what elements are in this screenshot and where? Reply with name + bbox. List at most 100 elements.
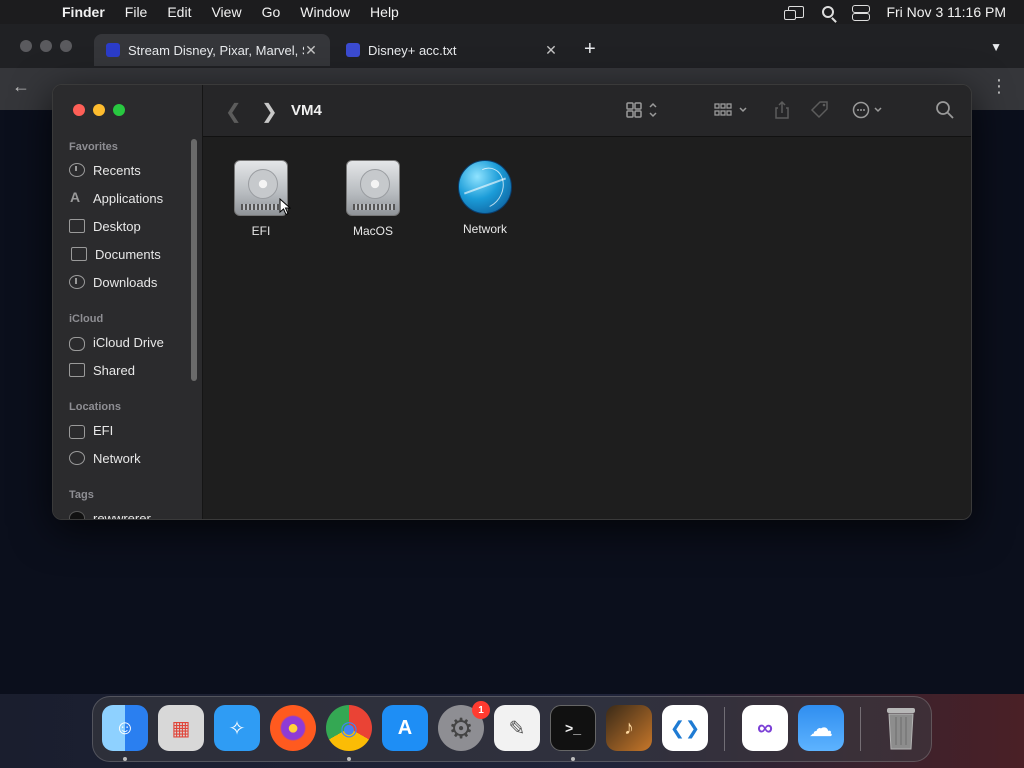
terminal-glyph: >_ — [565, 720, 581, 736]
share-icon[interactable] — [773, 100, 791, 120]
shared-folder-icon — [69, 363, 85, 377]
new-tab-button[interactable]: + — [584, 38, 596, 61]
group-svg — [714, 103, 747, 116]
firefox-glyph: ● — [286, 716, 300, 739]
downloads-icon — [69, 275, 85, 289]
menu-finder[interactable]: Finder — [52, 4, 115, 20]
file-item-efi[interactable]: EFI — [216, 160, 306, 238]
weather-app-icon[interactable]: ☁ — [798, 705, 844, 751]
trash-app-icon[interactable] — [878, 705, 924, 751]
disney-favicon-icon — [106, 43, 120, 57]
forward-chevron-icon[interactable]: ❯ — [261, 99, 278, 124]
notification-badge: 1 — [472, 701, 490, 719]
dock-separator — [860, 707, 861, 751]
applications-icon — [69, 189, 85, 205]
running-indicator — [123, 757, 127, 761]
close-button[interactable] — [73, 104, 85, 116]
finder-app-icon[interactable]: ☺ — [102, 705, 148, 751]
sidebar-item-tag[interactable]: rewwrerer — [69, 506, 151, 519]
file-favicon-icon — [346, 43, 360, 57]
network-globe-icon — [69, 451, 85, 465]
sidebar-scrollbar[interactable] — [191, 139, 197, 381]
finder-toolbar: ❮ ❯ VM4 — [203, 85, 971, 137]
finder-window: Favorites Recents Applications Desktop D… — [52, 84, 972, 520]
sidebar-item-network[interactable]: Network — [69, 446, 141, 470]
browser-minimize-button[interactable] — [40, 40, 52, 52]
menu-view[interactable]: View — [201, 4, 251, 20]
menu-window[interactable]: Window — [290, 4, 360, 20]
textedit-app-icon[interactable]: ✎ — [494, 705, 540, 751]
file-item-network[interactable]: Network — [440, 160, 530, 236]
zoom-button[interactable] — [113, 104, 125, 116]
sidebar-item-label: Downloads — [93, 274, 158, 290]
browser-tab-txt[interactable]: Disney+ acc.txt ✕ — [334, 34, 570, 66]
sidebar-item-label: Applications — [93, 190, 164, 206]
tab-title: Disney+ acc.txt — [368, 42, 457, 58]
grid-view-svg — [626, 102, 657, 118]
file-item-label: EFI — [251, 224, 271, 238]
garageband-app-icon[interactable]: ♪ — [606, 705, 652, 751]
menu-file[interactable]: File — [115, 4, 158, 20]
system-settings-app-icon[interactable]: ⚙ 1 — [438, 701, 490, 751]
minimize-button[interactable] — [93, 104, 105, 116]
spotlight-search-icon[interactable] — [822, 6, 835, 18]
sidebar-item-documents[interactable]: Documents — [69, 242, 161, 266]
firefox-app-icon[interactable]: ● — [270, 705, 316, 751]
guitar-glyph: ♪ — [624, 716, 634, 739]
menu-go[interactable]: Go — [252, 4, 291, 20]
menu-bar-clock[interactable]: Fri Nov 3 11:16 PM — [886, 4, 1006, 20]
sidebar-item-label: Desktop — [93, 218, 141, 234]
launchpad-glyph: ▦ — [171, 717, 191, 740]
sidebar-item-desktop[interactable]: Desktop — [69, 214, 141, 238]
terminal-app-icon[interactable]: >_ — [550, 705, 596, 751]
textedit-glyph: ✎ — [508, 717, 526, 740]
sidebar-item-label: iCloud Drive — [93, 334, 164, 350]
browser-tab-disney[interactable]: Stream Disney, Pixar, Marvel, S ✕ — [94, 34, 330, 66]
tab-search-chevron-icon[interactable]: ▼ — [990, 40, 1002, 54]
chrome-app-icon[interactable]: ◉ — [326, 705, 372, 751]
menu-help[interactable]: Help — [360, 4, 409, 20]
sidebar-item-label: Network — [93, 450, 141, 466]
vscode-glyph: ❮❯ — [669, 717, 701, 738]
file-item-label: Network — [462, 222, 507, 236]
icon-view-icon[interactable] — [625, 100, 661, 120]
more-options-icon[interactable]: ⋮ — [990, 76, 1008, 97]
back-chevron-icon[interactable]: ❮ — [225, 99, 242, 124]
back-arrow-icon[interactable]: ← — [12, 76, 30, 97]
safari-app-icon[interactable]: ✧ — [214, 705, 260, 751]
browser-close-button[interactable] — [20, 40, 32, 52]
weather-glyph: ☁ — [809, 714, 833, 742]
document-icon — [71, 247, 87, 261]
visual-studio-glyph: ∞ — [757, 715, 773, 740]
menu-edit[interactable]: Edit — [157, 4, 201, 20]
menu-bar: Finder File Edit View Go Window Help Fri… — [0, 0, 1024, 24]
file-item-macos[interactable]: MacOS — [328, 160, 418, 238]
vscode-app-icon[interactable]: ❮❯ — [662, 705, 708, 751]
search-icon[interactable] — [935, 100, 955, 120]
action-menu-icon[interactable] — [851, 100, 889, 120]
safari-glyph: ✧ — [228, 717, 246, 740]
recents-icon — [69, 163, 85, 177]
close-tab-icon[interactable]: ✕ — [544, 42, 558, 59]
sidebar-section-tags: Tags — [69, 489, 94, 501]
visual-studio-app-icon[interactable]: ∞ — [742, 705, 788, 751]
sidebar-item-applications[interactable]: Applications — [69, 186, 163, 210]
sidebar-section-icloud: iCloud — [69, 313, 104, 325]
browser-zoom-button[interactable] — [60, 40, 72, 52]
app-store-app-icon[interactable]: A — [382, 705, 428, 751]
screen-mirroring-icon[interactable] — [784, 6, 805, 20]
control-center-icon[interactable] — [852, 5, 871, 21]
launchpad-app-icon[interactable]: ▦ — [158, 705, 204, 751]
sidebar-item-shared[interactable]: Shared — [69, 358, 135, 382]
drive-icon — [346, 160, 400, 216]
sidebar-item-icloud-drive[interactable]: iCloud Drive — [69, 330, 164, 354]
sidebar-item-efi[interactable]: EFI — [69, 418, 113, 442]
file-item-label: MacOS — [352, 224, 393, 238]
tag-icon[interactable] — [809, 100, 831, 120]
group-view-icon[interactable] — [713, 100, 751, 120]
sidebar-item-recents[interactable]: Recents — [69, 158, 141, 182]
close-tab-icon[interactable]: ✕ — [304, 42, 318, 59]
tag-svg — [810, 101, 828, 119]
settings-glyph: ⚙ — [448, 712, 474, 744]
sidebar-item-downloads[interactable]: Downloads — [69, 270, 157, 294]
